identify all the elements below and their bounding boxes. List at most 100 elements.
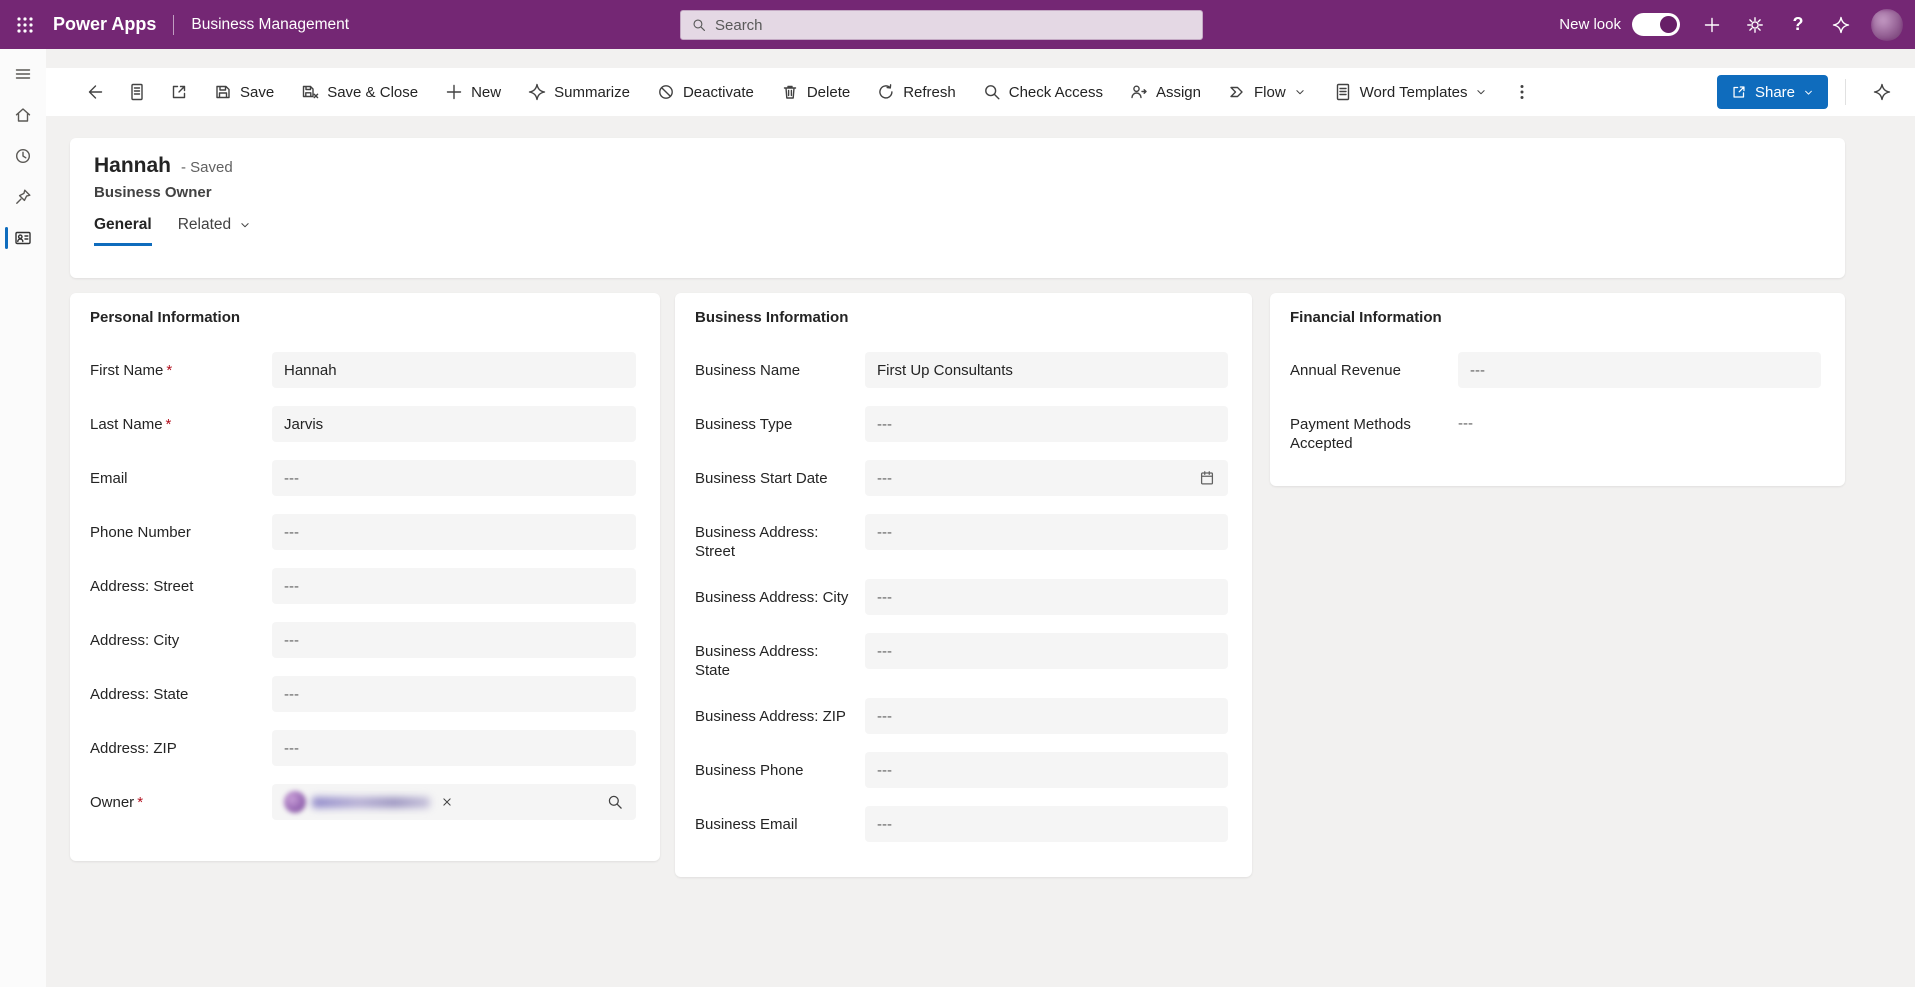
copilot-sparkle-icon — [527, 82, 547, 102]
business-phone-input[interactable]: --- — [865, 752, 1228, 788]
field-row-business-address-city: Business Address: City --- — [695, 579, 1228, 615]
trash-icon — [780, 82, 800, 102]
nav-recent-button[interactable] — [0, 144, 46, 168]
word-templates-label: Word Templates — [1360, 84, 1468, 101]
share-button[interactable]: Share — [1717, 75, 1828, 109]
address-zip-input[interactable]: --- — [272, 730, 636, 766]
record-header-card: Hannah - Saved Business Owner General Re… — [70, 138, 1845, 278]
business-address-street-label: Business Address: Street — [695, 514, 853, 561]
new-look-toggle[interactable] — [1632, 13, 1680, 36]
open-in-new-window-button[interactable] — [160, 73, 198, 111]
save-and-close-button[interactable]: Save & Close — [289, 73, 429, 111]
nav-business-owners-button[interactable] — [0, 226, 46, 250]
address-street-input[interactable]: --- — [272, 568, 636, 604]
deactivate-label: Deactivate — [683, 84, 754, 101]
field-row-address-zip: Address: ZIP --- — [90, 730, 636, 766]
business-start-date-input[interactable]: --- — [865, 460, 1228, 496]
flow-button[interactable]: Flow — [1216, 73, 1318, 111]
record-save-status: - Saved — [181, 159, 233, 176]
waffle-menu-button[interactable] — [0, 0, 49, 49]
home-icon — [13, 105, 33, 125]
word-templates-button[interactable]: Word Templates — [1322, 73, 1500, 111]
check-access-button[interactable]: Check Access — [971, 73, 1114, 111]
assign-button[interactable]: Assign — [1118, 73, 1212, 111]
popout-icon — [169, 82, 189, 102]
refresh-button[interactable]: Refresh — [865, 73, 967, 111]
clock-icon — [13, 146, 33, 166]
gear-icon — [1745, 15, 1765, 35]
remove-owner-button[interactable] — [438, 793, 456, 811]
business-address-street-input[interactable]: --- — [865, 514, 1228, 550]
add-button[interactable] — [1695, 8, 1729, 42]
field-row-address-street: Address: Street --- — [90, 568, 636, 604]
header-divider — [173, 15, 174, 35]
required-asterisk: * — [137, 794, 143, 811]
contact-card-icon — [13, 228, 33, 248]
business-type-input[interactable]: --- — [865, 406, 1228, 442]
form-selector-button[interactable] — [118, 73, 156, 111]
field-row-owner: Owner* — [90, 784, 636, 820]
last-name-input[interactable]: Jarvis — [272, 406, 636, 442]
form-tabs: General Related — [94, 216, 1821, 246]
help-button[interactable]: ? — [1781, 8, 1815, 42]
user-avatar[interactable] — [1871, 9, 1903, 41]
owner-lookup-input[interactable] — [272, 784, 636, 820]
summarize-button[interactable]: Summarize — [516, 73, 641, 111]
nav-pinned-button[interactable] — [0, 185, 46, 209]
save-button[interactable]: Save — [202, 73, 285, 111]
top-header: Power Apps Business Management Search Ne… — [0, 0, 1915, 49]
owner-search-button[interactable] — [606, 793, 624, 811]
first-name-input[interactable]: Hannah — [272, 352, 636, 388]
personal-information-card: Personal Information First Name* Hannah … — [70, 293, 660, 861]
close-icon — [440, 795, 454, 809]
business-address-zip-input[interactable]: --- — [865, 698, 1228, 734]
copilot-pane-button[interactable] — [1863, 73, 1901, 111]
address-state-input[interactable]: --- — [272, 676, 636, 712]
vertical-dots-icon — [1512, 82, 1532, 102]
email-label: Email — [90, 460, 260, 488]
business-email-input[interactable]: --- — [865, 806, 1228, 842]
nav-home-button[interactable] — [0, 103, 46, 127]
business-card-title: Business Information — [695, 309, 1228, 326]
owner-avatar-blurred — [284, 791, 306, 813]
overflow-menu-button[interactable] — [1503, 73, 1541, 111]
field-row-address-state: Address: State --- — [90, 676, 636, 712]
calendar-icon[interactable] — [1198, 469, 1216, 487]
selected-indicator — [5, 227, 8, 249]
business-phone-label: Business Phone — [695, 752, 853, 780]
app-name[interactable]: Power Apps — [53, 14, 156, 35]
payment-methods-value[interactable]: --- — [1458, 406, 1821, 433]
global-search-input[interactable]: Search — [680, 10, 1203, 40]
field-row-payment-methods: Payment Methods Accepted --- — [1290, 406, 1821, 453]
owner-record-chip[interactable] — [284, 791, 430, 813]
save-label: Save — [240, 84, 274, 101]
tab-related[interactable]: Related — [178, 216, 252, 246]
flow-icon — [1227, 82, 1247, 102]
business-name-input[interactable]: First Up Consultants — [865, 352, 1228, 388]
back-button[interactable] — [76, 73, 114, 111]
environment-name[interactable]: Business Management — [191, 16, 349, 34]
summarize-label: Summarize — [554, 84, 630, 101]
business-address-state-input[interactable]: --- — [865, 633, 1228, 669]
copilot-button[interactable] — [1824, 8, 1858, 42]
delete-button[interactable]: Delete — [769, 73, 861, 111]
nav-collapse-button[interactable] — [0, 62, 46, 86]
new-button[interactable]: New — [433, 73, 512, 111]
field-row-business-phone: Business Phone --- — [695, 752, 1228, 788]
phone-number-input[interactable]: --- — [272, 514, 636, 550]
business-address-city-input[interactable]: --- — [865, 579, 1228, 615]
annual-revenue-input[interactable]: --- — [1458, 352, 1821, 388]
financial-card-title: Financial Information — [1290, 309, 1821, 326]
deactivate-button[interactable]: Deactivate — [645, 73, 765, 111]
settings-button[interactable] — [1738, 8, 1772, 42]
chevron-down-icon — [1802, 86, 1815, 99]
pin-icon — [13, 187, 33, 207]
save-and-close-label: Save & Close — [327, 84, 418, 101]
email-input[interactable]: --- — [272, 460, 636, 496]
tab-related-label: Related — [178, 216, 231, 234]
address-city-input[interactable]: --- — [272, 622, 636, 658]
command-bar: Save Save & Close New Summarize Deactiva… — [46, 68, 1915, 116]
owner-name-blurred — [312, 797, 430, 808]
address-zip-label: Address: ZIP — [90, 730, 260, 758]
tab-general[interactable]: General — [94, 216, 152, 246]
